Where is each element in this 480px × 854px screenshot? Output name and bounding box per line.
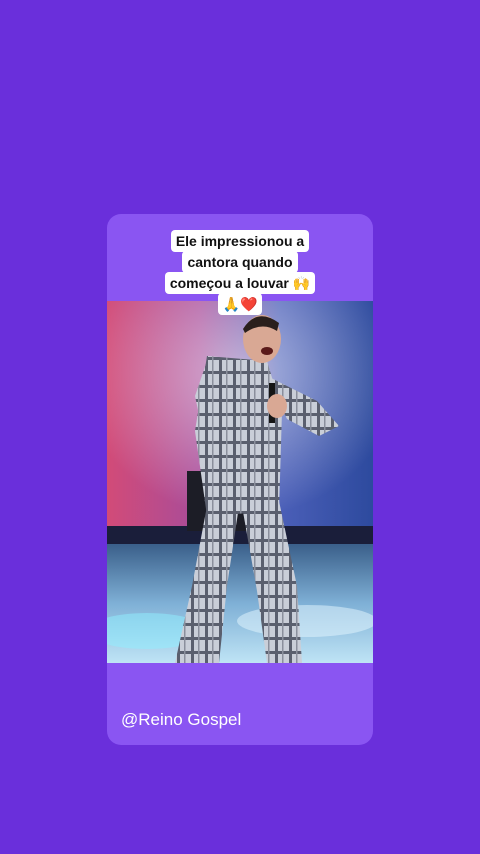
caption-line-1: Ele impressionou a xyxy=(170,230,310,252)
caption-line-3: começou a louvar 🙌 xyxy=(164,272,316,294)
story-caption: Ele impressionou a cantora quando começo… xyxy=(107,230,373,315)
video-player[interactable] xyxy=(107,301,373,663)
caption-line-2: cantora quando xyxy=(182,251,298,273)
story-card[interactable]: Ele impressionou a cantora quando começo… xyxy=(107,214,373,745)
account-handle[interactable]: @Reino Gospel xyxy=(121,710,241,730)
video-still-singer xyxy=(107,301,373,663)
caption-line-4: 🙏❤️ xyxy=(217,293,263,315)
story-screen: Ele impressionou a cantora quando começo… xyxy=(0,0,480,854)
